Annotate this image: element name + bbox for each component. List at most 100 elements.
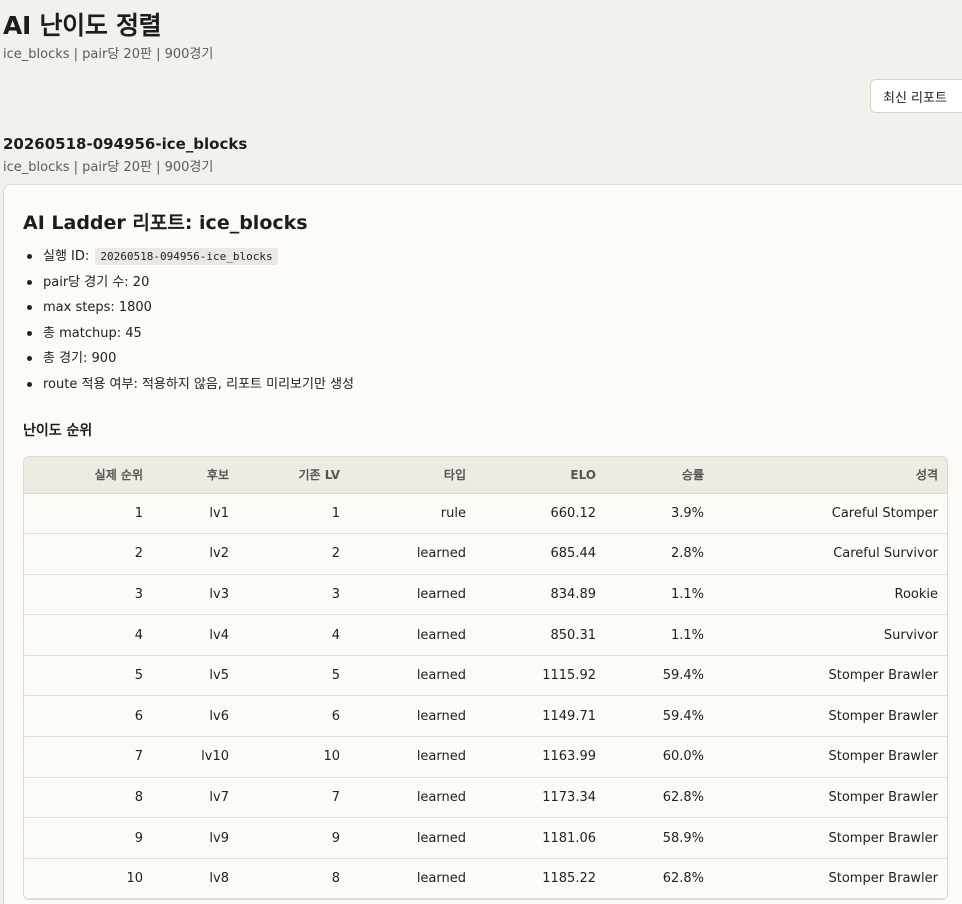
table-body: 1 lv1 1 rule 660.12 3.9% Careful Stomper 2 lv2 2 l…: [24, 493, 947, 899]
table-header-row: 실제 순위 후보 기존 LV 타입 ELO 승률 성격: [24, 457, 947, 494]
table-cell: 850.31: [550, 627, 597, 643]
latest-report-button[interactable]: 최신 리포트: [870, 79, 962, 113]
meta-run-id: 실행 ID: 20260518-094956-ice_blocks: [23, 244, 354, 270]
table-cell: lv5: [209, 668, 229, 684]
table-cell: learned: [416, 749, 466, 765]
report-meta-list: 실행 ID: 20260518-094956-ice_blocks pair당 …: [23, 244, 354, 398]
run-subtitle: ice_blocks | pair당 20판 | 900경기: [3, 160, 214, 175]
table-cell: Stomper Brawler: [828, 830, 938, 846]
table-cell: lv10: [201, 749, 229, 765]
table-row: 1 lv1 1 rule 660.12 3.9% Careful Stomper: [24, 493, 947, 534]
table-cell: 1.1%: [670, 586, 704, 602]
table-cell: learned: [416, 586, 466, 602]
table-cell: lv8: [209, 871, 229, 887]
table-cell: 4: [331, 627, 340, 643]
table-cell: 1173.34: [542, 789, 596, 805]
table-row: 7 lv10 10 learned 1163.99 60.0% Stomper Brawle…: [24, 737, 947, 778]
table-cell: 1149.71: [542, 708, 596, 724]
table-row: 8 lv7 7 learned 1173.34 62.8% Stomper Brawler: [24, 777, 947, 818]
table-cell: 2.8%: [670, 546, 704, 562]
table-cell: 59.4%: [662, 708, 704, 724]
table-row: 5 lv5 5 learned 1115.92 59.4% Stomper Brawler: [24, 655, 947, 696]
table-cell: 4: [134, 627, 143, 643]
table-cell: 1.1%: [670, 627, 704, 643]
run-id-code: 20260518-094956-ice_blocks: [95, 248, 278, 265]
table-cell: Stomper Brawler: [828, 871, 938, 887]
page: AI 난이도 정렬 ice_blocks | pair당 20판 | 900경기…: [0, 0, 962, 904]
table-cell: 60.0%: [662, 749, 704, 765]
table-cell: 7: [134, 749, 143, 765]
table-cell: 62.8%: [662, 871, 704, 887]
table-cell: 9: [134, 830, 143, 846]
table-cell: 685.44: [550, 546, 597, 562]
table-cell: 1181.06: [542, 830, 596, 846]
table-cell: 5: [331, 668, 340, 684]
table-cell: 3.9%: [670, 505, 704, 521]
table-cell: Stomper Brawler: [828, 789, 938, 805]
table-cell: lv9: [209, 830, 229, 846]
table-cell: Careful Survivor: [833, 546, 938, 562]
table-cell: 8: [134, 789, 143, 805]
column-header: 타입: [349, 457, 475, 494]
column-header: ELO: [475, 457, 605, 494]
run-title: 20260518-094956-ice_blocks: [3, 135, 248, 153]
table-cell: lv1: [209, 505, 229, 521]
table-cell: learned: [416, 830, 466, 846]
table-cell: 834.89: [550, 586, 597, 602]
meta-total-games: 총 경기: 900: [23, 346, 354, 372]
table-cell: 3: [134, 586, 143, 602]
table-cell: Careful Stomper: [831, 505, 938, 521]
table-cell: Rookie: [894, 586, 939, 602]
table-cell: learned: [416, 871, 466, 887]
table-cell: 660.12: [550, 505, 597, 521]
table-cell: lv2: [209, 546, 229, 562]
meta-games-per-pair: pair당 경기 수: 20: [23, 270, 354, 296]
page-subtitle: ice_blocks | pair당 20판 | 900경기: [3, 47, 214, 62]
table-cell: learned: [416, 546, 466, 562]
page-title: AI 난이도 정렬: [3, 11, 162, 40]
table-cell: 2: [134, 546, 143, 562]
table-cell: 1163.99: [542, 749, 596, 765]
table-cell: 6: [134, 708, 143, 724]
column-header: 성격: [713, 457, 947, 494]
table-cell: 7: [331, 789, 340, 805]
table-cell: 9: [331, 830, 340, 846]
table-cell: 1185.22: [542, 871, 596, 887]
table-cell: 58.9%: [662, 830, 704, 846]
table-row: 4 lv4 4 learned 850.31 1.1% Survivor: [24, 615, 947, 656]
table-cell: 1: [331, 505, 340, 521]
table-cell: 1: [134, 505, 143, 521]
table-cell: Stomper Brawler: [828, 708, 938, 724]
table-cell: learned: [416, 708, 466, 724]
report-title: AI Ladder 리포트: ice_blocks: [23, 212, 308, 234]
column-header: 실제 순위: [24, 457, 152, 494]
table-cell: 3: [331, 586, 340, 602]
table-cell: 8: [331, 871, 340, 887]
table-cell: 1115.92: [542, 668, 596, 684]
table-cell: lv7: [209, 789, 229, 805]
table-row: 6 lv6 6 learned 1149.71 59.4% Stomper Brawler: [24, 696, 947, 737]
table-cell: learned: [416, 789, 466, 805]
table-cell: Survivor: [883, 627, 938, 643]
table-cell: 10: [126, 871, 143, 887]
column-header: 기존 LV: [238, 457, 349, 494]
ranking-table-wrap: 실제 순위 후보 기존 LV 타입 ELO 승률 성격 1 lv1 1 rule 660.12 3.9…: [23, 456, 948, 901]
meta-route-applied: route 적용 여부: 적용하지 않음, 리포트 미리보기만 생성: [23, 372, 354, 398]
table-cell: learned: [416, 668, 466, 684]
ranking-table: 실제 순위 후보 기존 LV 타입 ELO 승률 성격 1 lv1 1 rule 660.12 3.9…: [24, 457, 947, 899]
table-cell: 62.8%: [662, 789, 704, 805]
table-cell: 10: [323, 749, 340, 765]
table-row: 9 lv9 9 learned 1181.06 58.9% Stomper Brawler: [24, 818, 947, 859]
report-card: AI Ladder 리포트: ice_blocks 실행 ID: 2026051…: [3, 184, 962, 904]
table-cell: lv4: [209, 627, 229, 643]
table-cell: Stomper Brawler: [828, 668, 938, 684]
table-cell: 5: [134, 668, 143, 684]
table-cell: 2: [331, 546, 340, 562]
table-cell: lv3: [209, 586, 229, 602]
ranking-heading: 난이도 순위: [23, 423, 93, 439]
column-header: 승률: [605, 457, 713, 494]
meta-max-steps: max steps: 1800: [23, 295, 354, 321]
table-cell: rule: [440, 505, 466, 521]
table-row: 10 lv8 8 learned 1185.22 62.8% Stomper Brawler: [24, 858, 947, 899]
table-cell: 6: [331, 708, 340, 724]
